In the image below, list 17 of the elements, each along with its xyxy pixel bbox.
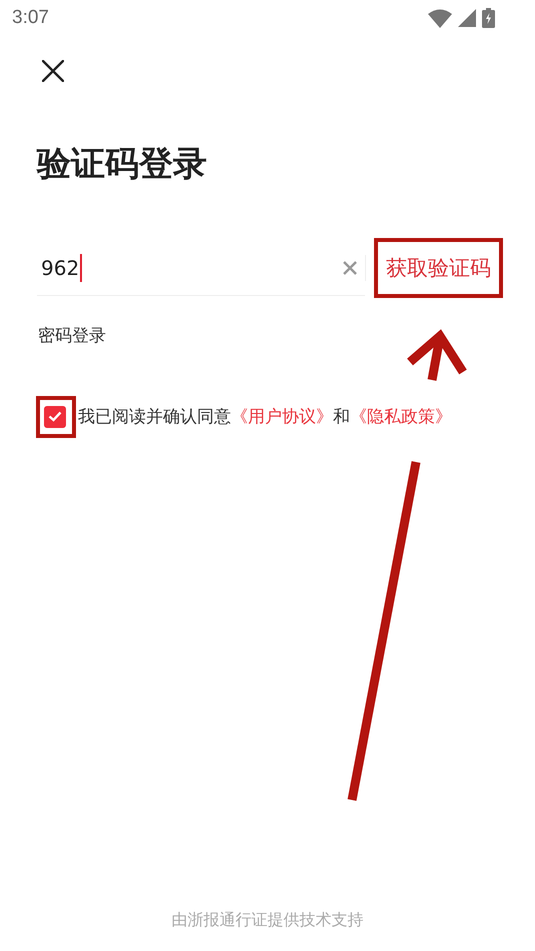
status-time: 3:07 <box>12 7 49 29</box>
clear-icon[interactable] <box>343 260 357 274</box>
agreement-link[interactable]: 《用户协议》 <box>231 405 333 428</box>
page-title: 验证码登录 <box>37 143 208 186</box>
agreement-link[interactable]: 《隐私政策》 <box>350 405 452 428</box>
battery-icon <box>482 8 495 28</box>
agreement-checkbox[interactable] <box>44 406 66 428</box>
highlight-frame <box>36 396 76 438</box>
password-login-link[interactable]: 密码登录 <box>38 324 106 347</box>
close-icon[interactable] <box>42 60 64 82</box>
phone-input-field[interactable]: 962 <box>37 240 365 296</box>
wifi-icon <box>428 8 452 28</box>
agreement-text: 和 <box>333 406 350 428</box>
footer-text: 由浙报通行证提供技术支持 <box>170 910 364 931</box>
check-icon <box>48 411 62 422</box>
agreement-text: 我已阅读并确认同意 <box>78 406 231 428</box>
signal-icon <box>458 9 476 27</box>
